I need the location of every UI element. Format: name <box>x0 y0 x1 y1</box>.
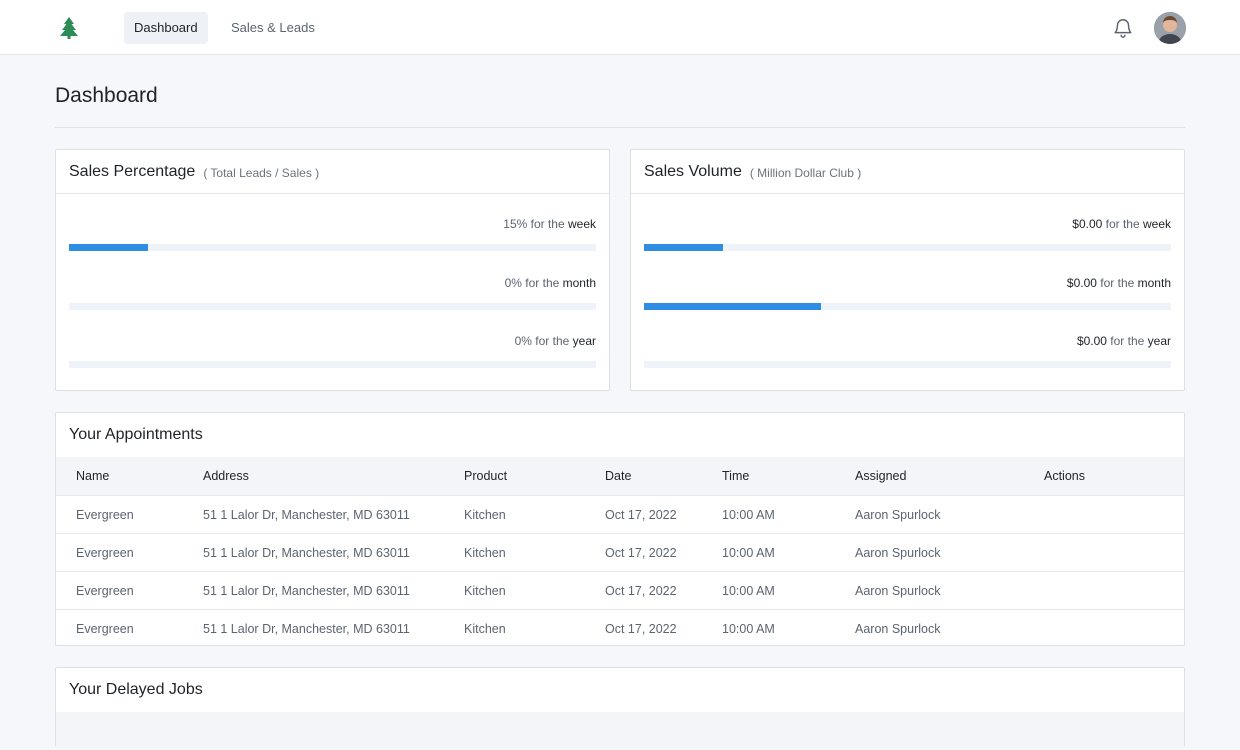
metric-label: $0.00 for the year <box>1076 334 1171 348</box>
sales-volume-card: Sales Volume ( Million Dollar Club ) $0.… <box>630 149 1185 391</box>
metric-month: 0% for the month <box>69 276 596 310</box>
progress-track <box>644 303 1171 310</box>
cell-assigned: Aaron Spurlock <box>855 622 941 636</box>
card-subtitle: ( Million Dollar Club ) <box>749 165 862 180</box>
cell-date: Oct 17, 2022 <box>605 622 677 636</box>
column-header-address: Address <box>203 469 249 483</box>
progress-track <box>69 244 596 251</box>
column-header-assigned: Assigned <box>855 469 907 483</box>
cell-address: 51 1 Lalor Dr, Manchester, MD 63011 <box>203 508 410 522</box>
table-row[interactable]: Evergreen 51 1 Lalor Dr, Manchester, MD 6… <box>56 495 1184 533</box>
card-title: Sales Volume <box>644 162 742 180</box>
metric-year: 0% for the year <box>69 334 596 368</box>
metric-label: 15% for the week <box>503 217 596 231</box>
card-header: Your Appointments <box>56 413 1184 457</box>
metric-week: $0.00 for the week <box>644 217 1171 251</box>
card-header: Sales Percentage ( Total Leads / Sales ) <box>56 150 609 194</box>
person-icon <box>1154 12 1186 44</box>
top-navigation-bar: Dashboard Sales & Leads <box>0 0 1240 55</box>
progress-track <box>644 244 1171 251</box>
delayed-jobs-card: Your Delayed Jobs <box>55 667 1185 750</box>
cell-address: 51 1 Lalor Dr, Manchester, MD 63011 <box>203 546 410 560</box>
table-row[interactable]: Evergreen 51 1 Lalor Dr, Manchester, MD 6… <box>56 533 1184 571</box>
cell-assigned: Aaron Spurlock <box>855 546 941 560</box>
cell-address: 51 1 Lalor Dr, Manchester, MD 63011 <box>203 584 410 598</box>
column-header-name: Name <box>76 469 110 483</box>
cell-product: Kitchen <box>464 622 506 636</box>
progress-track <box>644 361 1171 368</box>
card-header: Your Delayed Jobs <box>56 668 1184 712</box>
bell-icon[interactable] <box>1112 17 1134 39</box>
cell-product: Kitchen <box>464 546 506 560</box>
user-avatar[interactable] <box>1154 12 1186 44</box>
progress-fill <box>644 244 724 251</box>
cell-name: Evergreen <box>76 622 134 636</box>
metric-month: $0.00 for the month <box>644 276 1171 310</box>
card-header: Sales Volume ( Million Dollar Club ) <box>631 150 1184 194</box>
pine-tree-logo-icon[interactable] <box>57 16 81 40</box>
table-row[interactable]: Evergreen 51 1 Lalor Dr, Manchester, MD 6… <box>56 609 1184 647</box>
table-header <box>56 712 1184 750</box>
cell-name: Evergreen <box>76 546 134 560</box>
cell-name: Evergreen <box>76 508 134 522</box>
metric-year: $0.00 for the year <box>644 334 1171 368</box>
metric-label: 0% for the year <box>514 334 596 348</box>
column-header-product: Product <box>464 469 508 483</box>
column-header-date: Date <box>605 469 632 483</box>
progress-fill <box>644 303 822 310</box>
cell-time: 10:00 AM <box>722 508 775 522</box>
table-header: Name Address Product Date Time Assigned … <box>56 457 1184 495</box>
cell-assigned: Aaron Spurlock <box>855 584 941 598</box>
nav-tab-dashboard[interactable]: Dashboard <box>124 12 208 44</box>
column-header-actions: Actions <box>1044 469 1085 483</box>
cell-date: Oct 17, 2022 <box>605 584 677 598</box>
page-title: Dashboard <box>55 84 158 107</box>
cell-product: Kitchen <box>464 508 506 522</box>
cell-date: Oct 17, 2022 <box>605 546 677 560</box>
appointments-card: Your Appointments Name Address Product D… <box>55 412 1185 646</box>
cell-time: 10:00 AM <box>722 546 775 560</box>
cell-time: 10:00 AM <box>722 622 775 636</box>
sales-percentage-card: Sales Percentage ( Total Leads / Sales )… <box>55 149 610 391</box>
cell-product: Kitchen <box>464 584 506 598</box>
cell-name: Evergreen <box>76 584 134 598</box>
cell-date: Oct 17, 2022 <box>605 508 677 522</box>
progress-track <box>69 361 596 368</box>
metric-week: 15% for the week <box>69 217 596 251</box>
metric-label: $0.00 for the week <box>1072 217 1171 231</box>
card-subtitle: ( Total Leads / Sales ) <box>203 165 320 180</box>
cell-assigned: Aaron Spurlock <box>855 508 941 522</box>
metric-label: $0.00 for the month <box>1066 276 1171 290</box>
metric-label: 0% for the month <box>504 276 596 290</box>
table-row[interactable]: Evergreen 51 1 Lalor Dr, Manchester, MD 6… <box>56 571 1184 609</box>
progress-track <box>69 303 596 310</box>
card-title: Sales Percentage <box>69 162 196 180</box>
column-header-time: Time <box>722 469 750 483</box>
title-divider <box>55 127 1185 128</box>
cell-address: 51 1 Lalor Dr, Manchester, MD 63011 <box>203 622 410 636</box>
card-title: Your Appointments <box>69 426 203 443</box>
cell-time: 10:00 AM <box>722 584 775 598</box>
progress-fill <box>69 244 149 251</box>
card-title: Your Delayed Jobs <box>69 681 203 698</box>
nav-tab-sales-leads[interactable]: Sales & Leads <box>221 12 325 44</box>
